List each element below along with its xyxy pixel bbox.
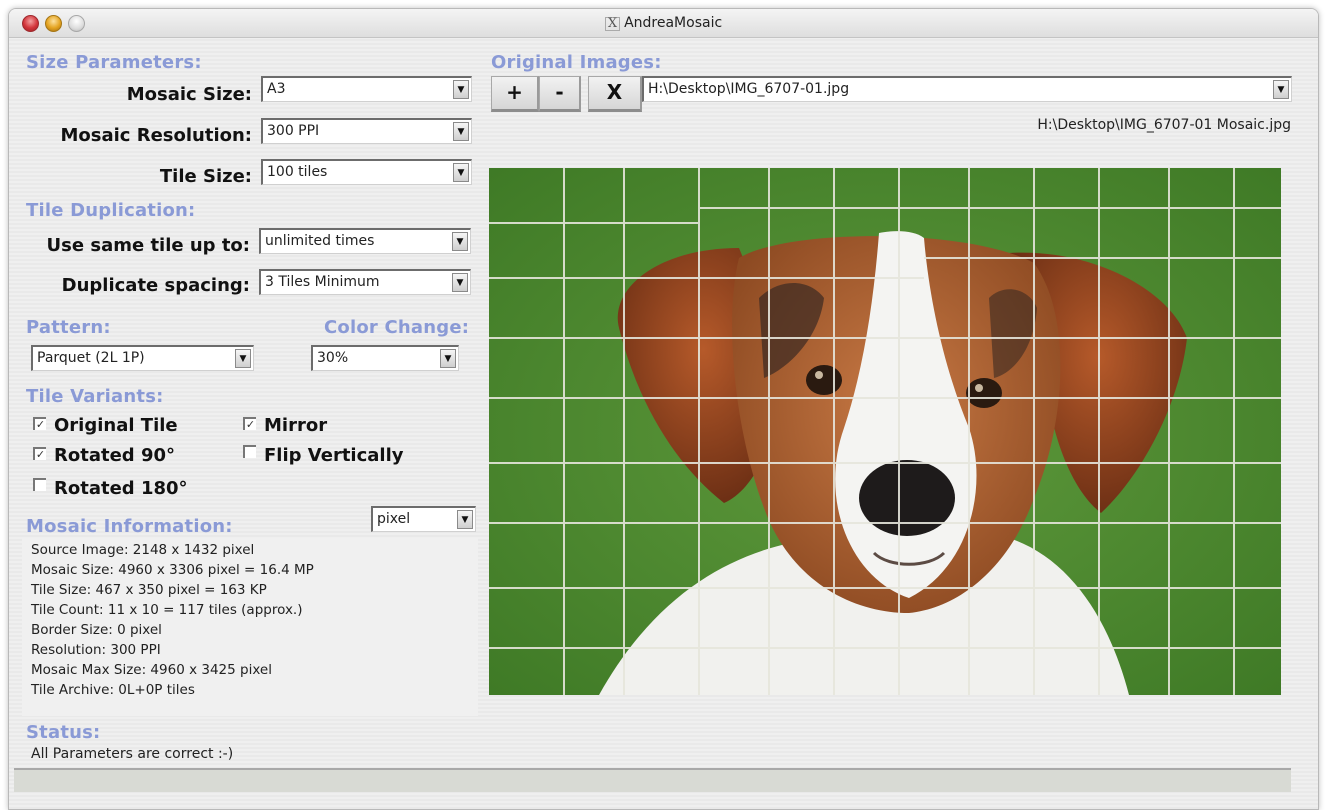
dog-nose [859, 460, 955, 536]
info-resolution: Resolution: 300 PPI [31, 642, 161, 658]
mosaic-resolution-value: 300 PPI [267, 123, 320, 139]
checkbox-label: Mirror [264, 415, 328, 436]
mosaic-preview-image [489, 168, 1281, 695]
info-border-size: Border Size: 0 pixel [31, 622, 162, 638]
duplicate-spacing-select[interactable]: 3 Tiles Minimum ▼ [259, 269, 471, 295]
tile-variants-heading: Tile Variants: [26, 386, 164, 407]
dog-left-eye [806, 365, 842, 395]
info-tile-size: Tile Size: 467 x 350 pixel = 163 KP [31, 582, 267, 598]
mosaic-preview [489, 168, 1281, 695]
flip-vertically-checkbox[interactable]: Flip Vertically [243, 445, 403, 466]
clear-images-button[interactable]: X [588, 76, 642, 112]
x11-icon: X [604, 17, 621, 31]
eye-highlight [815, 371, 823, 379]
window-title: X AndreaMosaic [9, 15, 1318, 31]
pattern-select[interactable]: Parquet (2L 1P) ▼ [31, 345, 254, 371]
chevron-down-icon[interactable]: ▼ [235, 349, 251, 368]
tile-size-label: Tile Size: [159, 166, 252, 187]
checkbox-label: Original Tile [54, 415, 178, 436]
info-tile-archive: Tile Archive: 0L+0P tiles [31, 682, 195, 698]
remove-image-button[interactable]: - [539, 76, 581, 112]
image-path-combo[interactable]: H:\Desktop\IMG_6707-01.jpg ▼ [642, 76, 1292, 102]
checkbox-checked-icon[interactable]: ✓ [243, 417, 256, 430]
use-same-tile-label: Use same tile up to: [46, 235, 250, 256]
info-tile-count: Tile Count: 11 x 10 = 117 tiles (approx.… [31, 602, 303, 618]
tile-size-value: 100 tiles [267, 164, 328, 180]
status-heading: Status: [26, 722, 101, 743]
mosaic-resolution-select[interactable]: 300 PPI ▼ [261, 118, 472, 144]
checkbox-label: Rotated 180° [54, 478, 188, 499]
checkbox-unchecked-icon[interactable] [33, 478, 46, 491]
checkbox-checked-icon[interactable]: ✓ [33, 417, 46, 430]
color-change-select[interactable]: 30% ▼ [311, 345, 459, 371]
title-bar: X AndreaMosaic [9, 9, 1318, 38]
mosaic-size-value[interactable]: A3 [267, 81, 285, 97]
mosaic-resolution-label: Mosaic Resolution: [60, 125, 252, 146]
original-images-heading: Original Images: [491, 52, 662, 73]
info-unit-value: pixel [377, 511, 411, 527]
duplicate-spacing-label: Duplicate spacing: [61, 275, 250, 296]
mosaic-size-combo[interactable]: A3 ▼ [261, 76, 472, 102]
mosaic-size-label: Mosaic Size: [126, 84, 252, 105]
chevron-down-icon[interactable]: ▼ [457, 510, 473, 529]
original-tile-checkbox[interactable]: ✓ Original Tile [33, 415, 178, 436]
tile-size-select[interactable]: 100 tiles ▼ [261, 159, 472, 185]
chevron-down-icon[interactable]: ▼ [452, 273, 468, 292]
checkbox-checked-icon[interactable]: ✓ [33, 447, 46, 460]
chevron-down-icon[interactable]: ▼ [440, 349, 456, 368]
pattern-heading: Pattern: [26, 317, 111, 338]
info-source-image: Source Image: 2148 x 1432 pixel [31, 542, 255, 558]
duplicate-spacing-value: 3 Tiles Minimum [265, 274, 380, 290]
chevron-down-icon[interactable]: ▼ [452, 232, 468, 251]
chevron-down-icon[interactable]: ▼ [453, 163, 469, 182]
chevron-down-icon[interactable]: ▼ [1273, 80, 1289, 99]
size-parameters-heading: Size Parameters: [26, 52, 202, 73]
checkbox-unchecked-icon[interactable] [243, 445, 256, 458]
eye-highlight [975, 384, 983, 392]
color-change-value: 30% [317, 350, 349, 366]
mirror-checkbox[interactable]: ✓ Mirror [243, 415, 327, 436]
tile-duplication-heading: Tile Duplication: [26, 200, 196, 221]
image-path-value[interactable]: H:\Desktop\IMG_6707-01.jpg [648, 81, 849, 97]
use-same-tile-select[interactable]: unlimited times ▼ [259, 228, 471, 254]
status-message: All Parameters are correct :-) [31, 746, 234, 762]
chevron-down-icon[interactable]: ▼ [453, 80, 469, 99]
rotated-180-checkbox[interactable]: Rotated 180° [33, 478, 188, 499]
info-mosaic-size: Mosaic Size: 4960 x 3306 pixel = 16.4 MP [31, 562, 314, 578]
add-image-button[interactable]: + [491, 76, 539, 112]
checkbox-label: Rotated 90° [54, 445, 175, 466]
chevron-down-icon[interactable]: ▼ [453, 122, 469, 141]
pattern-value: Parquet (2L 1P) [37, 350, 145, 366]
mosaic-information-heading: Mosaic Information: [26, 516, 233, 537]
rotated-90-checkbox[interactable]: ✓ Rotated 90° [33, 445, 175, 466]
use-same-tile-value: unlimited times [265, 233, 375, 249]
info-unit-select[interactable]: pixel ▼ [371, 506, 476, 532]
checkbox-label: Flip Vertically [264, 445, 404, 466]
progress-bar [14, 768, 1291, 792]
color-change-heading: Color Change: [324, 317, 470, 338]
output-path: H:\Desktop\IMG_6707-01 Mosaic.jpg [1037, 117, 1291, 133]
info-max-size: Mosaic Max Size: 4960 x 3425 pixel [31, 662, 272, 678]
dog-right-eye [966, 378, 1002, 408]
window-title-text: AndreaMosaic [624, 15, 723, 31]
